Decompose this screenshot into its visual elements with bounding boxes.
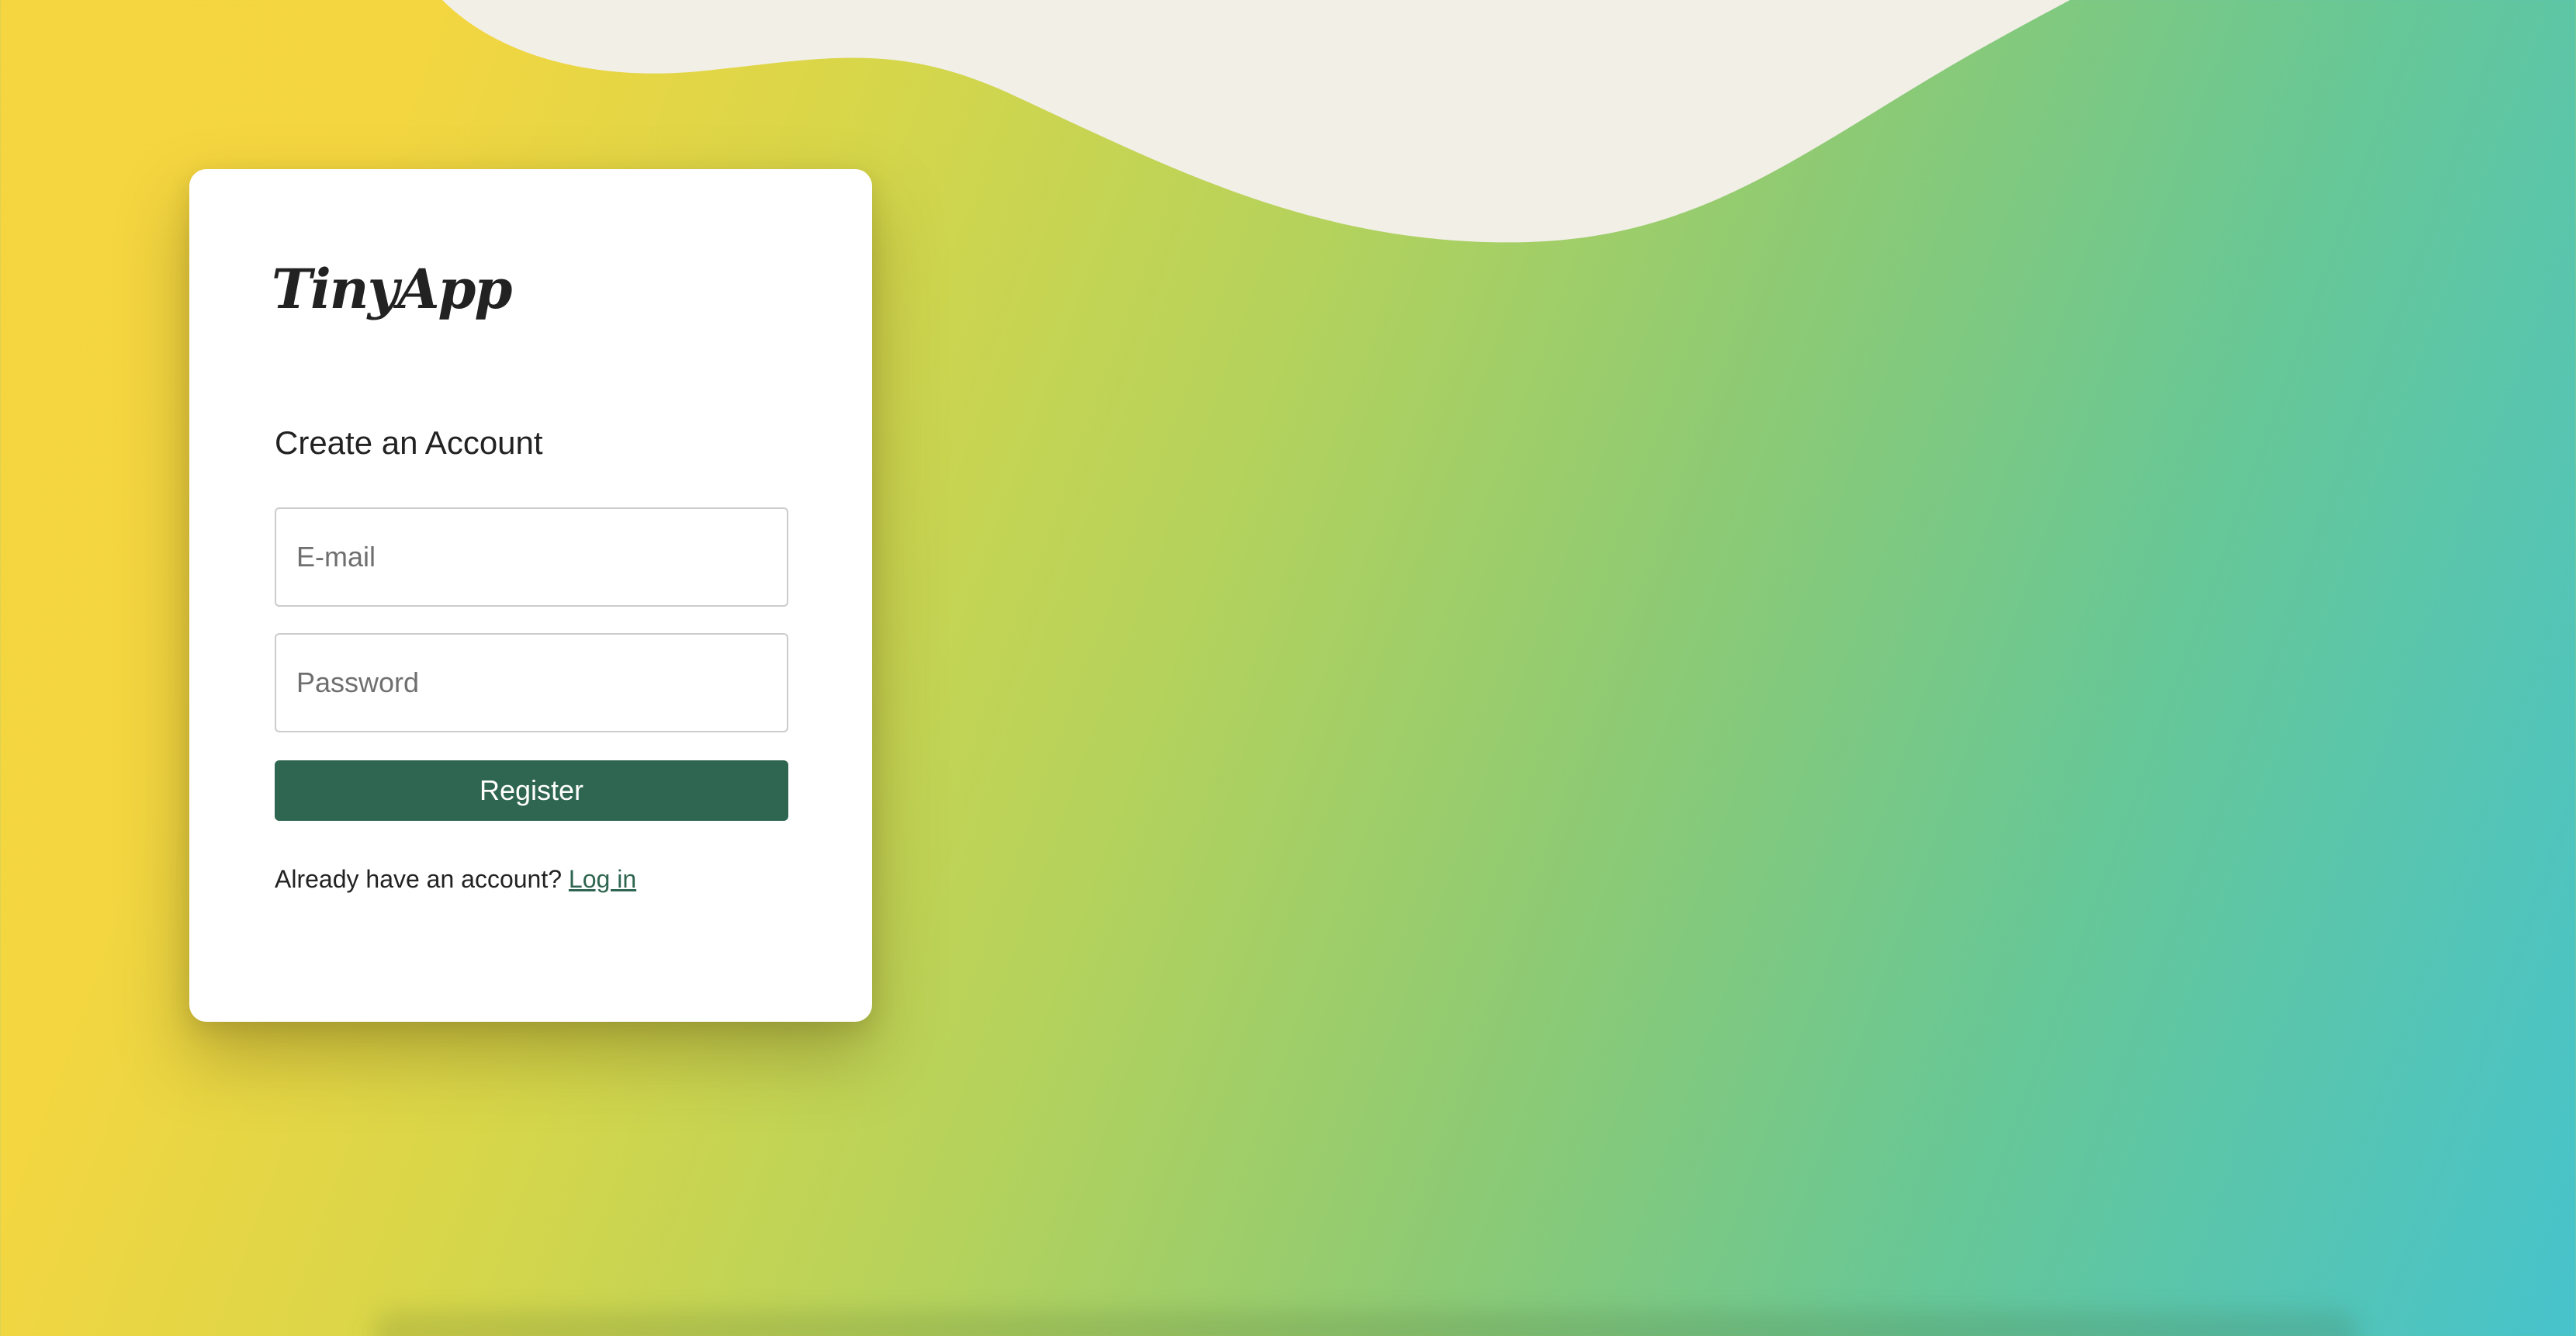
email-field[interactable] (275, 507, 788, 607)
register-button[interactable]: Register (275, 760, 788, 821)
page-title: Create an Account (275, 424, 543, 461)
register-card: TinyApp Create an Account Register Alrea… (189, 169, 872, 1022)
login-prompt-text: Already have an account? (275, 865, 563, 893)
app-logo[interactable]: TinyApp (272, 262, 512, 317)
bottom-shadow-decoration (372, 1311, 2359, 1336)
login-prompt-line: Already have an account? Log in (275, 864, 636, 894)
password-field[interactable] (275, 633, 788, 732)
login-link[interactable]: Log in (569, 865, 636, 893)
